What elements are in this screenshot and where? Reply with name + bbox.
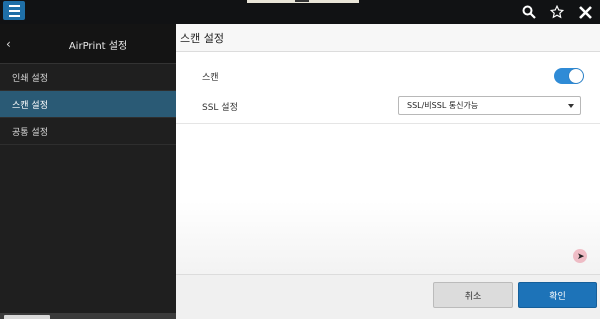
close-icon[interactable]	[576, 3, 594, 21]
top-icons	[520, 1, 594, 23]
sidebar-item-label: 공통 설정	[12, 127, 48, 138]
scan-row: 스캔	[176, 63, 600, 89]
dropdown-arrow-icon	[568, 104, 574, 108]
ssl-select-value: SSL/비SSL 통신가능	[407, 101, 479, 110]
cancel-button[interactable]: 취소	[433, 282, 513, 308]
sidebar-bottom-button[interactable]	[4, 315, 50, 319]
sidebar-item-common-settings[interactable]: 공통 설정	[0, 118, 176, 145]
ssl-select[interactable]: SSL/비SSL 통신가능	[398, 96, 581, 115]
top-bar	[0, 0, 600, 24]
ssl-label: SSL 설정	[202, 102, 238, 113]
ok-button[interactable]: 확인	[518, 282, 597, 308]
search-icon[interactable]	[520, 3, 538, 21]
sidebar-header: ‹ AirPrint 설정	[0, 24, 176, 64]
top-tab-mark	[295, 0, 309, 2]
sidebar-item-label: 인쇄 설정	[12, 73, 48, 84]
sidebar-item-label: 스캔 설정	[12, 100, 48, 111]
ssl-row: SSL 설정 SSL/비SSL 통신가능	[176, 93, 600, 119]
main-panel: 스캔 설정 스캔 SSL 설정 SSL/비SSL 통신가능 ➤ 취소 확인	[176, 24, 600, 319]
pointer-cursor-icon: ➤	[577, 252, 585, 262]
sidebar-bottom-bar	[0, 313, 176, 319]
sidebar: ‹ AirPrint 설정 인쇄 설정 스캔 설정 공통 설정	[0, 24, 176, 319]
scan-label: 스캔	[202, 72, 219, 83]
page-title: 스캔 설정	[176, 24, 600, 52]
footer: 취소 확인	[176, 274, 600, 319]
scan-toggle[interactable]	[554, 68, 584, 84]
sidebar-item-print-settings[interactable]: 인쇄 설정	[0, 64, 176, 91]
star-icon[interactable]	[548, 3, 566, 21]
row-divider	[176, 123, 600, 124]
sidebar-item-scan-settings[interactable]: 스캔 설정	[0, 91, 176, 118]
sidebar-title: AirPrint 설정	[68, 41, 128, 52]
hamburger-menu-icon[interactable]	[3, 1, 25, 20]
toggle-knob	[569, 69, 583, 83]
